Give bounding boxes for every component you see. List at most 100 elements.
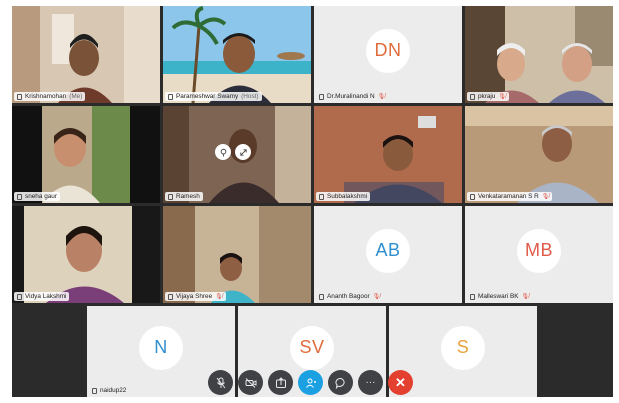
mic-muted-icon: 🎙︎̸ [372,293,381,300]
end-call-button[interactable]: ✕ [388,370,413,395]
device-icon [168,193,173,200]
device-icon [17,93,22,100]
mic-muted-icon: 🎙︎̸ [541,193,550,200]
participant-nameplate: pkraju 🎙︎̸ [467,92,510,101]
participant-nameplate: Parameshwar Swamy (Host) [165,92,262,101]
participant-video [314,106,462,203]
video-tile-parameshwar-swamy[interactable]: Parameshwar Swamy (Host) [163,6,311,103]
participant-name: Venkataramanan S R [478,193,539,200]
participant-nameplate: sneha gaur [14,192,60,201]
avatar: SV [290,325,334,370]
participant-name: naidup22 [100,387,127,394]
participants-button[interactable] [298,370,323,395]
participant-name: Ramesh [176,193,200,200]
device-icon [168,293,173,300]
avatar-initials: MB [525,240,553,261]
video-tile-ramesh[interactable]: Ramesh [163,106,311,203]
participant-video [163,6,311,103]
fullscreen-button[interactable] [235,144,251,160]
participant-video [465,6,613,103]
participant-name: Parameshwar Swamy [176,93,239,100]
participant-video [12,106,160,203]
device-icon [319,193,324,200]
participant-nameplate: Ramesh [165,192,203,201]
chat-button[interactable] [328,370,353,395]
participant-nameplate: Krishnamohan (Me) [14,92,86,101]
participant-name: Vijaya Shree [176,293,213,300]
mic-muted-icon: 🎙︎̸ [521,293,530,300]
participant-nameplate: Venkataramanan S R 🎙︎̸ [467,192,553,201]
device-icon [470,293,475,300]
device-icon [319,93,324,100]
device-icon [17,193,22,200]
host-tag: (Host) [241,93,259,100]
avatar: MB [517,228,561,273]
more-options-button[interactable]: ··· [358,370,383,395]
avatar-initials: DN [374,40,402,61]
avatar-initials: AB [375,240,401,261]
video-tile-vijaya-shree[interactable]: Vijaya Shree 🎙︎̸ [163,206,311,303]
participant-nameplate: Vidya Lakshmi [14,292,70,301]
device-icon [470,93,475,100]
mic-muted-icon: 🎙︎̸ [215,293,223,300]
participant-video [465,106,613,203]
device-icon [168,93,173,100]
video-button[interactable] [238,370,263,395]
call-toolbar: ··· ✕ [208,370,413,395]
mute-button[interactable] [208,370,233,395]
mic-muted-icon: 🎙︎̸ [498,93,507,100]
video-overlay-controls [215,144,251,160]
participant-name: Ananth Bagoor [327,293,370,300]
participant-nameplate: naidup22 [89,386,129,395]
participant-video [163,206,311,303]
participant-name: sneha gaur [25,193,57,200]
avatar: N [139,325,183,370]
participant-name: pkraju [478,93,496,100]
participant-nameplate: Malleswari BK 🎙︎̸ [467,292,532,301]
device-icon [319,293,324,300]
meeting-stage: Krishnamohan (Me) Parameshwar Swamy (Hos… [12,6,613,397]
pin-icon [220,148,226,156]
avatar: S [441,325,485,370]
video-tile-sneha-gaur[interactable]: sneha gaur [12,106,160,203]
video-tile-subbalakshmi[interactable]: Subbalakshmi [314,106,462,203]
video-tile-vidya-lakshmi[interactable]: Vidya Lakshmi [12,206,160,303]
device-icon [470,193,475,200]
avatar: AB [366,228,410,273]
chat-icon [334,377,345,389]
participant-name: Malleswari BK [478,293,519,300]
participant-video [12,6,160,103]
participant-name: Krishnamohan [25,93,67,100]
device-icon [17,293,22,300]
more-icon: ··· [365,377,376,388]
device-icon [92,387,97,394]
video-tile-krishnamohan[interactable]: Krishnamohan (Me) [12,6,160,103]
avatar: DN [366,28,410,73]
participant-video [12,206,160,303]
mic-muted-icon: 🎙︎̸ [377,93,386,100]
avatar-initials: N [154,337,168,358]
initials-tile-malleswari-bk[interactable]: MB Malleswari BK 🎙︎̸ [465,206,613,303]
share-screen-button[interactable] [268,370,293,395]
participant-nameplate: Vijaya Shree 🎙︎̸ [165,292,226,301]
microphone-off-icon [216,377,225,388]
participant-nameplate: Subbalakshmi [316,192,371,201]
participant-name: Subbalakshmi [327,193,368,200]
participants-icon [305,378,316,388]
participant-nameplate: Dr.Muralinandi N 🎙︎̸ [316,92,388,101]
avatar-initials: S [456,337,470,358]
video-off-icon [245,377,256,388]
self-tag: (Me) [69,93,83,100]
pin-button[interactable] [215,144,231,160]
participant-nameplate: Ananth Bagoor 🎙︎̸ [316,292,383,301]
share-icon [275,376,286,388]
avatar-initials: SV [299,337,325,358]
participant-name: Dr.Muralinandi N [327,93,375,100]
participant-name: Vidya Lakshmi [25,293,67,300]
initials-tile-ananth-bagoor[interactable]: AB Ananth Bagoor 🎙︎̸ [314,206,462,303]
initials-tile-dr-muralinandi[interactable]: DN Dr.Muralinandi N 🎙︎̸ [314,6,462,103]
expand-icon [239,148,247,156]
video-tile-pkraju[interactable]: pkraju 🎙︎̸ [465,6,613,103]
close-icon: ✕ [395,374,406,390]
video-tile-venkataramanan[interactable]: Venkataramanan S R 🎙︎̸ [465,106,613,203]
